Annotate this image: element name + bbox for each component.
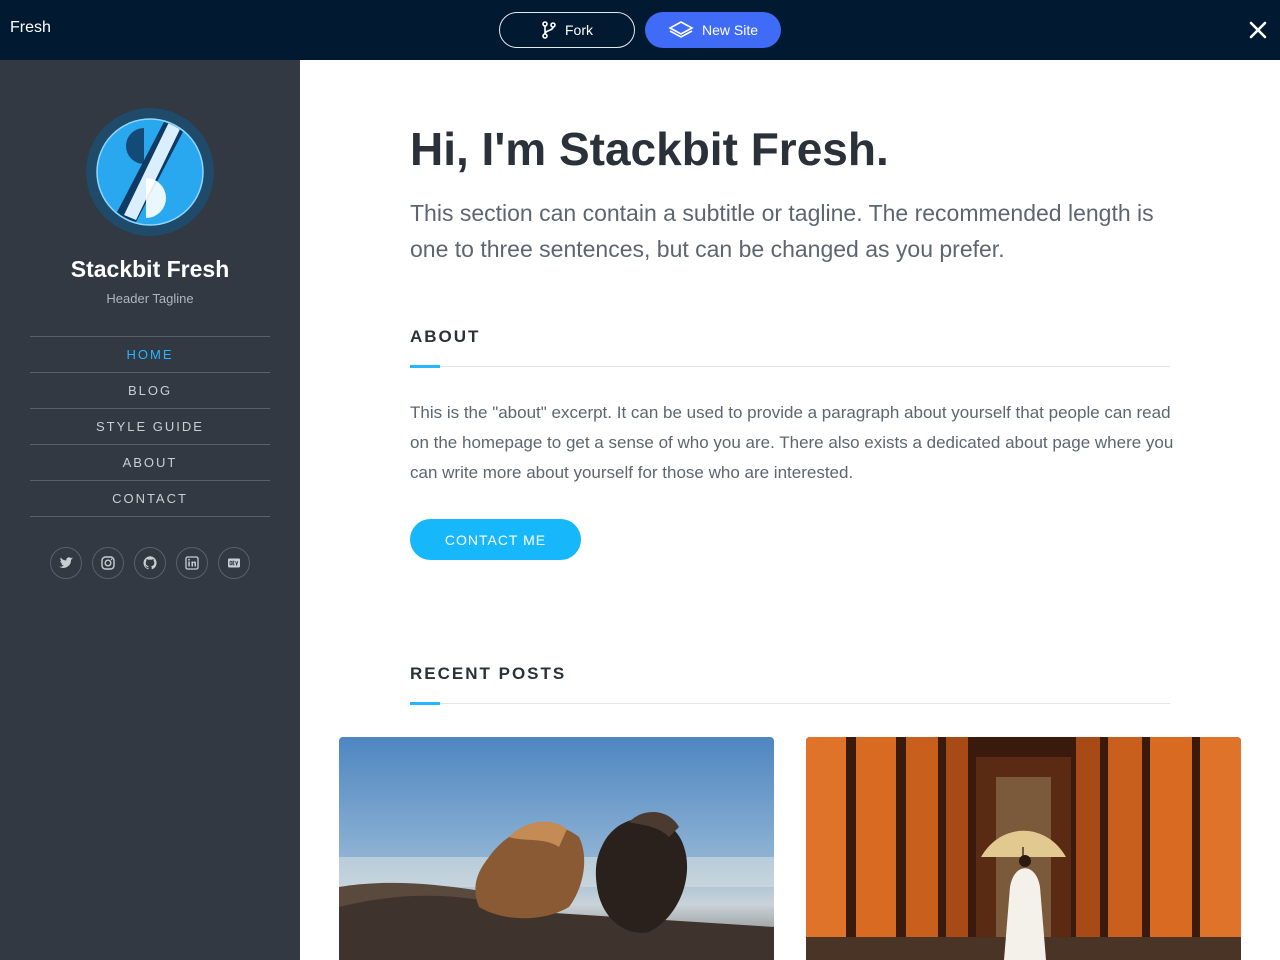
nav-item-blog[interactable]: BLOG bbox=[30, 373, 270, 409]
social-links bbox=[50, 547, 250, 579]
hero-title: Hi, I'm Stackbit Fresh. bbox=[410, 123, 889, 175]
nav-item-home[interactable]: HOME bbox=[30, 337, 270, 373]
about-divider bbox=[410, 366, 1170, 367]
horses-photo bbox=[339, 737, 774, 960]
post-card-image[interactable] bbox=[339, 737, 774, 960]
contact-me-button[interactable]: CONTACT ME bbox=[410, 519, 581, 560]
new-site-button[interactable]: New Site bbox=[645, 12, 781, 48]
twitter-link[interactable] bbox=[50, 547, 82, 579]
hero-subtitle: This section can contain a subtitle or t… bbox=[410, 200, 1154, 262]
instagram-link[interactable] bbox=[92, 547, 124, 579]
about-accent-bar bbox=[410, 365, 440, 368]
twitter-icon bbox=[59, 557, 73, 568]
site-logo[interactable] bbox=[86, 108, 214, 236]
fork-label: Fork bbox=[565, 22, 593, 38]
instagram-icon bbox=[101, 556, 115, 570]
site-title[interactable]: Stackbit Fresh bbox=[0, 256, 300, 283]
dev-link[interactable] bbox=[218, 547, 250, 579]
nav-item-about[interactable]: ABOUT bbox=[30, 445, 270, 481]
nav-item-contact[interactable]: CONTACT bbox=[30, 481, 270, 517]
close-icon[interactable] bbox=[1246, 18, 1270, 42]
layers-icon bbox=[668, 21, 694, 38]
app-title: Fresh bbox=[10, 19, 51, 36]
post-card-image[interactable] bbox=[806, 737, 1241, 960]
sidebar-nav: HOME BLOG STYLE GUIDE ABOUT CONTACT bbox=[30, 336, 270, 517]
linkedin-link[interactable] bbox=[176, 547, 208, 579]
main-content: Hi, I'm Stackbit Fresh. This section can… bbox=[300, 60, 1280, 960]
github-link[interactable] bbox=[134, 547, 166, 579]
new-site-label: New Site bbox=[701, 22, 759, 38]
linkedin-icon bbox=[185, 556, 199, 570]
github-icon bbox=[143, 556, 157, 570]
recent-posts-heading: RECENT POSTS bbox=[410, 664, 567, 683]
about-heading: ABOUT bbox=[410, 327, 481, 346]
recent-posts-accent-bar bbox=[410, 702, 440, 705]
top-bar: Fresh Fork New Site bbox=[0, 0, 1280, 60]
nav-item-style-guide[interactable]: STYLE GUIDE bbox=[30, 409, 270, 445]
recent-posts-divider bbox=[410, 703, 1170, 704]
site-tagline: Header Tagline bbox=[106, 291, 194, 306]
sidebar: Stackbit Fresh Header Tagline HOME BLOG … bbox=[0, 60, 300, 960]
torii-gates-photo bbox=[806, 737, 1241, 960]
fork-icon bbox=[542, 21, 556, 39]
about-excerpt: This is the "about" excerpt. It can be u… bbox=[410, 403, 1174, 482]
dev-icon bbox=[228, 558, 240, 568]
fork-button[interactable]: Fork bbox=[499, 12, 635, 48]
